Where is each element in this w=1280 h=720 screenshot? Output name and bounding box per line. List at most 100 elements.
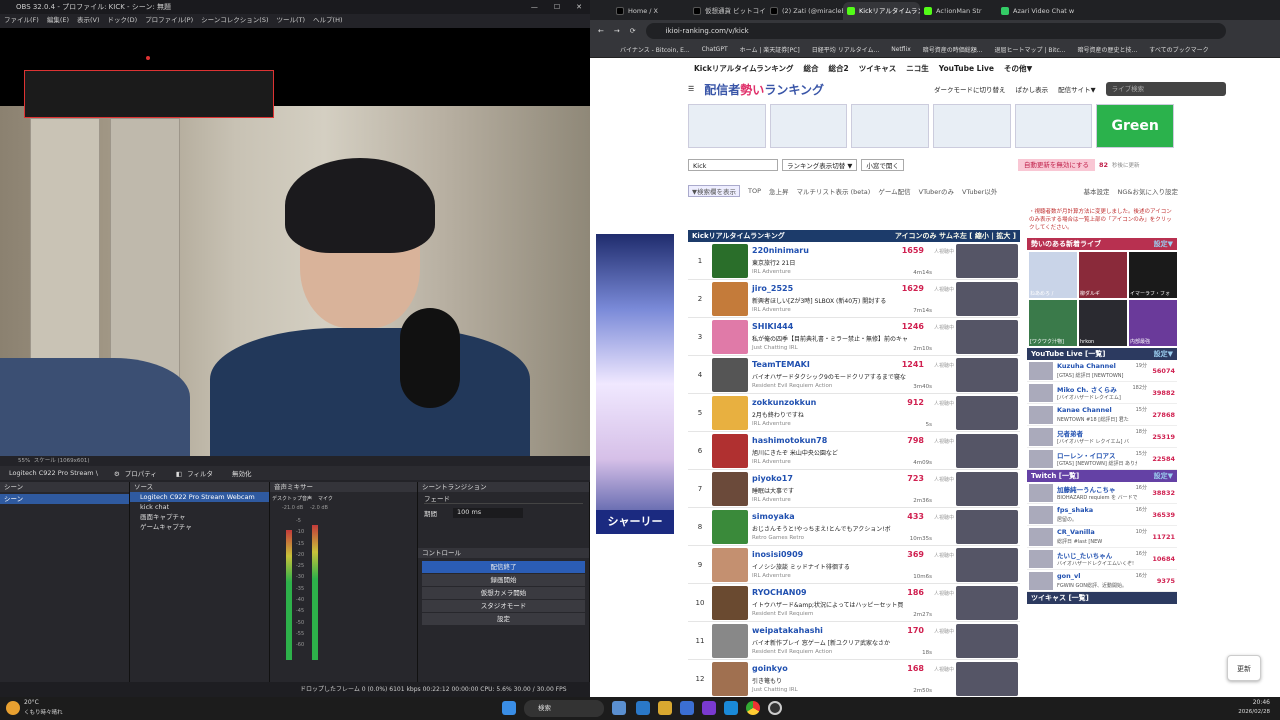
twitch-row[interactable]: fps_shaka 居留の。 16分 36539: [1027, 504, 1177, 526]
subtab-multilist[interactable]: マルチリスト表示 (beta): [797, 186, 871, 196]
source-item-game-capture[interactable]: ゲームキャプチャ: [130, 522, 269, 532]
studio-mode-button[interactable]: スタジオモード: [422, 600, 585, 612]
blur-link[interactable]: ぱかし表示: [1015, 84, 1048, 94]
obs-icon[interactable]: [768, 701, 782, 715]
bookmark-item[interactable]: ChatGPT: [702, 46, 728, 53]
stop-streaming-button[interactable]: 配信終了: [422, 561, 585, 573]
menu-view[interactable]: 表示(V): [77, 14, 100, 27]
stream-thumbnail[interactable]: [956, 662, 1018, 696]
all-bookmarks[interactable]: すべてのブックマーク: [1149, 45, 1208, 54]
stream-title[interactable]: 新興者ほしい[Zが3時] SLBOX (新40万) 開封する: [752, 296, 907, 305]
tab-x-home[interactable]: Home / X: [612, 2, 689, 20]
stream-thumbnail[interactable]: [956, 358, 1018, 392]
streamer-avatar[interactable]: [712, 396, 748, 430]
streamer-avatar[interactable]: [712, 662, 748, 696]
ranking-toggle-select[interactable]: ランキング表示切替 ▼: [782, 159, 858, 171]
menu-icon[interactable]: ☰: [688, 85, 694, 93]
ad-banner[interactable]: [688, 104, 766, 148]
streamer-avatar[interactable]: [712, 358, 748, 392]
stream-category[interactable]: Resident Evil Requiem: [752, 611, 813, 617]
twitch-settings[interactable]: 設定▼: [1154, 470, 1173, 482]
bookmark-item[interactable]: 暗号資産の歴史と技...: [1078, 45, 1138, 54]
ranking-row[interactable]: 12 goinkyo 引き篭もり Just Chatting IRL 168 人視聴中 2m…: [688, 660, 1020, 697]
channel-name[interactable]: CR_Vanilla: [1057, 528, 1137, 536]
stream-title[interactable]: イトウハザード&amp;状況によってはハッピーセット買: [752, 600, 907, 609]
ranking-row[interactable]: 6 hashimotokun78 旭川にきたぞ 米山中央公園など IRL Advent…: [688, 432, 1020, 470]
streamer-name[interactable]: goinkyo: [752, 664, 788, 673]
source-item-screen-capture[interactable]: 画面キャプチャ: [130, 512, 269, 522]
bookmark-item[interactable]: Netflix: [891, 46, 911, 53]
stream-title[interactable]: 旭川にきたぞ 米山中央公園など: [752, 448, 907, 457]
channel-name[interactable]: Miko Ch. さくらみ: [1057, 384, 1137, 394]
channel-name[interactable]: たいじ_たいちゃん: [1057, 550, 1137, 560]
site-select-link[interactable]: 配信サイト▼: [1058, 84, 1096, 94]
bookmark-item[interactable]: 日経平均 リアルタイム...: [812, 45, 879, 54]
channel-avatar[interactable]: [1029, 550, 1053, 568]
youtube-more-link[interactable]: [一覧]: [1085, 350, 1105, 358]
weather-temp[interactable]: 20°C: [24, 699, 39, 706]
explorer-icon[interactable]: [636, 701, 650, 715]
ranking-row[interactable]: 4 TeamTEMAKI バイオハザードタクシック9のモードクリアするまで寝な Res…: [688, 356, 1020, 394]
stream-thumbnail[interactable]: [956, 282, 1018, 316]
filters-button[interactable]: ◧ フィルタ: [173, 468, 219, 478]
stream-thumbnail[interactable]: [956, 320, 1018, 354]
stream-category[interactable]: IRL Adventure: [752, 573, 791, 579]
channel-name[interactable]: gon_vl: [1057, 572, 1137, 580]
channel-avatar[interactable]: [1029, 428, 1053, 446]
channel-avatar[interactable]: [1029, 406, 1053, 424]
chrome-icon[interactable]: [746, 701, 760, 715]
streamer-name[interactable]: zokkunzokkun: [752, 398, 816, 407]
stream-title[interactable]: 私が俺の四季【目前典礼書・ミラー禁止・無修】前のキャブテ: [752, 334, 907, 343]
stream-title[interactable]: バイオ新作プレイ 窓ゲーム [新ユクリア武家なさか: [752, 638, 907, 647]
source-item-kick-chat[interactable]: kick chat: [130, 502, 269, 512]
stream-category[interactable]: Just Chatting IRL: [752, 687, 798, 693]
stream-title[interactable]: バイオハザードタクシック9のモードクリアするまで寝な: [752, 372, 907, 381]
new-live-card[interactable]: イマーラフ・フォ: [1129, 252, 1177, 298]
ranking-row[interactable]: 11 weipatakahashi バイオ新作プレイ 窓ゲーム [新ユクリア武家なさ…: [688, 622, 1020, 660]
ng-favorites-link[interactable]: NG&お気に入り設定: [1118, 186, 1178, 196]
subtab-vtuber[interactable]: VTuberのみ: [919, 186, 954, 196]
maximize-icon[interactable]: ☐: [554, 0, 560, 14]
nav-youtube[interactable]: YouTube Live: [939, 64, 994, 73]
task-view-icon[interactable]: [612, 701, 626, 715]
refresh-button[interactable]: 更新: [1227, 655, 1261, 681]
ranking-row[interactable]: 7 piyoko17 睡眠は大事です IRL Adventure 723 人視聴中 2m36…: [688, 470, 1020, 508]
channel-avatar[interactable]: [1029, 572, 1053, 590]
weather-desc[interactable]: くもり時々晴れ: [24, 708, 63, 716]
tab-kick-ranking[interactable]: Kickリアルタイムランキ: [843, 2, 920, 20]
new-live-card[interactable]: 内部最強: [1129, 300, 1177, 346]
stream-category[interactable]: Just Chatting IRL: [752, 345, 798, 351]
ranking-row[interactable]: 3 SHIKI444 私が俺の四季【目前典礼書・ミラー禁止・無修】前のキャブテ Jus…: [688, 318, 1020, 356]
subtab-non-vtuber[interactable]: VTuber以外: [962, 186, 997, 196]
ranking-row[interactable]: 10 RYOCHAN09 イトウハザード&amp;状況によってはハッピーセット買 Re…: [688, 584, 1020, 622]
subtab-rising[interactable]: 急上昇: [769, 186, 789, 196]
subtab-game[interactable]: ゲーム配信: [878, 186, 910, 196]
nav-kick[interactable]: Kickリアルタイムランキング: [694, 63, 794, 74]
nav-twitcasting[interactable]: ツイキャス: [859, 63, 897, 74]
clock-time[interactable]: 20:46: [1253, 699, 1270, 706]
search-toggle-button[interactable]: ▼検索欄を表示: [688, 185, 740, 197]
twitch-row[interactable]: たいじ_たいちゃん バイオハザードレクイエムいくぞ! 16分 10684: [1027, 548, 1177, 570]
stream-title[interactable]: 東京旅行2 21日: [752, 258, 907, 267]
new-live-card[interactable]: ねあめろ /: [1029, 252, 1077, 298]
app-icon[interactable]: [702, 701, 716, 715]
basic-settings-link[interactable]: 基本設定: [1084, 186, 1110, 196]
streamer-name[interactable]: hashimotokun78: [752, 436, 827, 445]
tab-actionman[interactable]: Ac!ionMan Str: [920, 2, 997, 20]
nav-other[interactable]: その他▼: [1004, 63, 1032, 74]
twitch-row[interactable]: CR_Vanilla 総評日 #last [NEW 10分 11721: [1027, 526, 1177, 548]
source-item-webcam[interactable]: Logitech C922 Pro Stream Webcam: [130, 492, 269, 502]
bookmark-item[interactable]: 退屈ヒートマップ | Bitc...: [995, 45, 1066, 54]
channel-avatar[interactable]: [1029, 506, 1053, 524]
stream-thumbnail[interactable]: [956, 472, 1018, 506]
menu-file[interactable]: ファイル(F): [4, 14, 39, 27]
new-live-card[interactable]: [ワクワク汁物]: [1029, 300, 1077, 346]
youtube-settings[interactable]: 設定▼: [1154, 348, 1173, 360]
channel-avatar[interactable]: [1029, 484, 1053, 502]
ranking-row[interactable]: 1 220ninimaru 東京旅行2 21日 IRL Adventure 1659 人視…: [688, 242, 1020, 280]
streamer-name[interactable]: RYOCHAN09: [752, 588, 807, 597]
streamer-avatar[interactable]: [712, 548, 748, 582]
scene-item[interactable]: シーン: [0, 494, 129, 504]
bookmark-item[interactable]: ホーム | 楽天証券[PC]: [740, 45, 800, 54]
forward-icon[interactable]: →: [614, 27, 620, 35]
